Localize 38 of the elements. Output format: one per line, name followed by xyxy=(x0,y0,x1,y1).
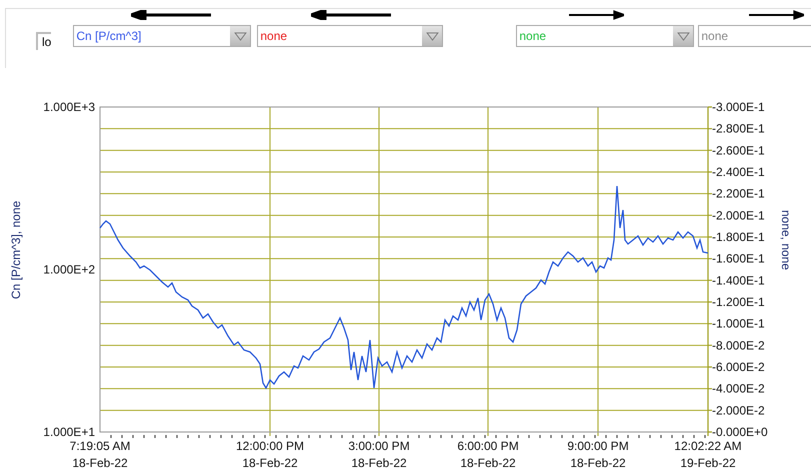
axis-tick-label: 1.000E+1 xyxy=(43,425,95,439)
axis-tick-label: -2.800E-1 xyxy=(712,122,765,136)
axis-title: none, none xyxy=(779,210,793,270)
axis-tick-label: 3:00:00 PM 18-Feb-22 xyxy=(348,439,410,470)
axis-tick-label: -3.000E-1 xyxy=(712,100,765,114)
axis-tick-label: -2.000E-1 xyxy=(712,208,765,222)
right-arrow-icon xyxy=(749,10,804,20)
axis-tick-label: -2.400E-1 xyxy=(712,165,765,179)
axis-tick-label: 6:00:00 PM 18-Feb-22 xyxy=(457,439,519,470)
axis-tick-label: -2.600E-1 xyxy=(712,143,765,158)
axis-tick-label: 1.000E+2 xyxy=(43,262,95,276)
axis-tick-label: -2.000E-2 xyxy=(712,403,765,418)
dropdown[interactable]: none xyxy=(257,25,444,47)
axis-title: Cn [P/cm^3], none xyxy=(9,200,23,300)
left-arrow-icon xyxy=(131,10,212,20)
unit-field[interactable]: lo xyxy=(36,32,52,50)
right-arrow-icon xyxy=(569,10,624,20)
axis-tick-label: -2.200E-1 xyxy=(712,186,765,201)
axis-tick-label: -1.200E-1 xyxy=(712,295,765,309)
dropdown-caret-icon[interactable] xyxy=(673,26,694,46)
axis-tick-label: 7:19:05 AM 18-Feb-22 xyxy=(70,439,130,470)
dropdown[interactable]: Cn [P/cm^3] xyxy=(73,25,252,47)
axis-tick-label: -1.600E-1 xyxy=(712,252,765,266)
axis-tick-label: 12:02:22 AM 19-Feb-22 xyxy=(674,439,742,470)
axis-tick-label: -0.000E+0 xyxy=(712,425,768,439)
axis-tick-label: 9:00:00 PM 18-Feb-22 xyxy=(567,439,629,470)
axis-tick-label: 1.000E+3 xyxy=(43,100,95,114)
axis-tick-label: -1.800E-1 xyxy=(712,230,765,244)
axis-tick-label: -1.400E-1 xyxy=(712,273,765,288)
axis-tick-label: -1.000E-1 xyxy=(712,316,765,331)
axis-tick-label: 12:00:00 PM 18-Feb-22 xyxy=(236,439,304,470)
dropdown[interactable]: none xyxy=(516,25,694,47)
dropdown-caret-icon[interactable] xyxy=(230,26,250,46)
axis-tick-label: -8.000E-2 xyxy=(712,338,765,352)
axis-tick-label: -4.000E-2 xyxy=(712,382,765,396)
left-arrow-icon xyxy=(311,10,392,20)
axis-tick-label: -6.000E-2 xyxy=(712,360,765,374)
dropdown-caret-icon[interactable] xyxy=(422,26,442,46)
